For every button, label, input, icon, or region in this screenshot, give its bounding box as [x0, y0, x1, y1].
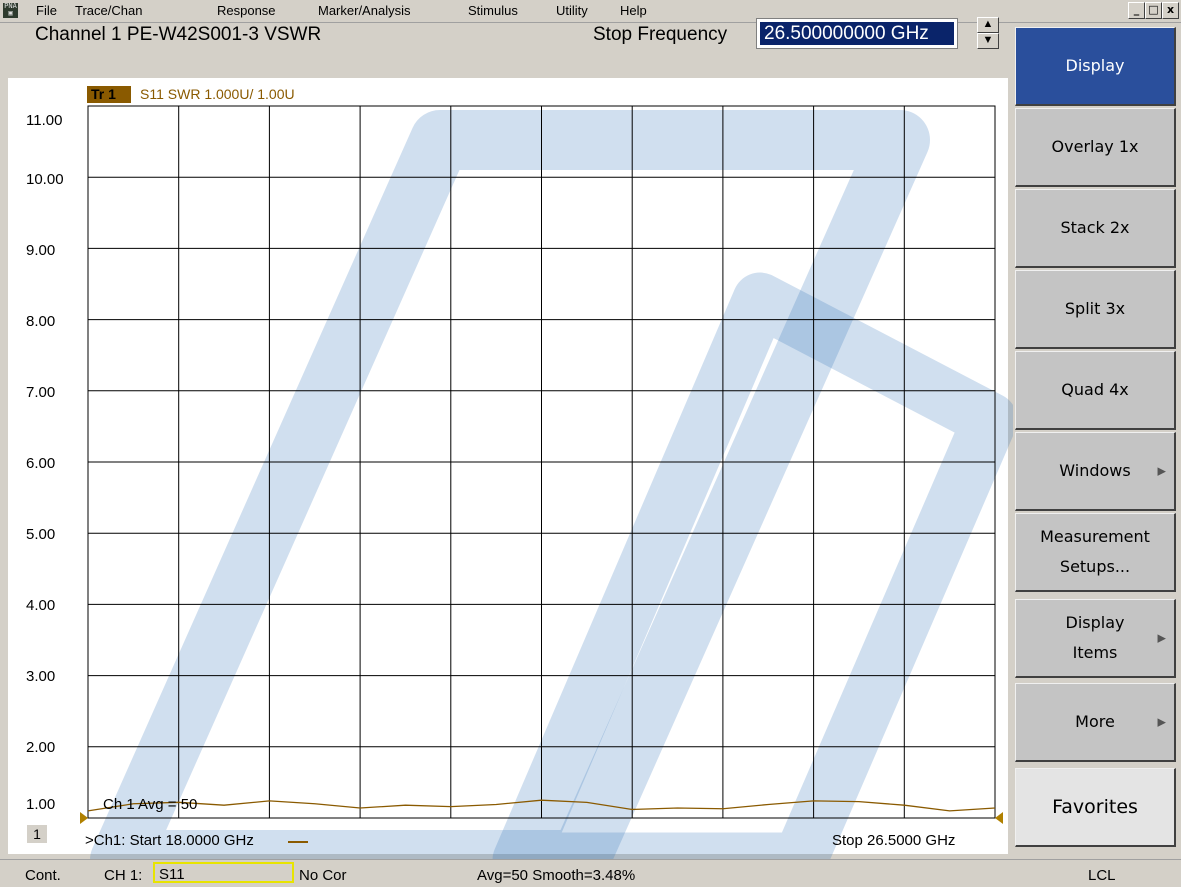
- start-frequency-annotation[interactable]: >Ch1: Start 18.0000 GHz: [85, 832, 254, 849]
- trace-legend-line: [288, 841, 308, 843]
- softkey-favorites[interactable]: Favorites: [1015, 768, 1176, 847]
- softkey-label: More: [1075, 712, 1115, 731]
- submenu-arrow-icon: ▶: [1157, 715, 1166, 729]
- softkey-label-line1: Display: [1065, 613, 1125, 632]
- measurement-name: S11: [159, 866, 185, 883]
- reference-marker-right: [995, 812, 1003, 824]
- submenu-arrow-icon: ▶: [1157, 464, 1166, 478]
- trace-tag[interactable]: Tr 1: [87, 86, 131, 103]
- softkey-label: Display: [1065, 56, 1125, 75]
- y-tick-label: 4.00: [26, 597, 56, 614]
- y-tick-label: 10.00: [26, 171, 64, 188]
- stop-frequency-annotation[interactable]: Stop 26.5000 GHz: [832, 832, 955, 849]
- y-tick-label: 9.00: [26, 242, 56, 259]
- softkey-label-line1: Measurement: [1040, 527, 1150, 546]
- softkey-label: Measurement Setups...: [1016, 522, 1174, 582]
- averaging-indicator: Ch 1 Avg = 50: [103, 796, 198, 813]
- softkey-label: Split 3x: [1064, 299, 1126, 318]
- status-bar: Cont. CH 1: S11 No Cor Avg=50 Smooth=3.4…: [0, 859, 1181, 887]
- submenu-arrow-icon: ▶: [1157, 631, 1166, 645]
- softkey-split-3x[interactable]: Split 3x: [1015, 270, 1176, 349]
- softkey-label: Quad 4x: [1061, 380, 1129, 399]
- softkey-stack-2x[interactable]: Stack 2x: [1015, 189, 1176, 268]
- y-tick-label: 7.00: [26, 384, 56, 401]
- averaging-status[interactable]: Avg=50 Smooth=3.48%: [477, 867, 635, 884]
- softkey-panel: Display Overlay 1x Stack 2x Split 3x Qua…: [1013, 23, 1181, 855]
- softkey-label: Overlay 1x: [1051, 137, 1139, 156]
- softkey-label-line2: Setups...: [1059, 557, 1131, 576]
- y-tick-label: 1.00: [26, 796, 56, 813]
- y-tick-label: 3.00: [26, 668, 56, 685]
- softkey-label: Favorites: [1052, 796, 1138, 818]
- channel-number-badge[interactable]: 1: [27, 825, 47, 843]
- correction-status[interactable]: No Cor: [299, 867, 347, 884]
- y-tick-label: 5.00: [26, 526, 56, 543]
- reference-marker-left: [80, 812, 88, 824]
- remote-status: LCL: [1088, 867, 1116, 884]
- y-tick-label: 11.00: [26, 112, 63, 129]
- active-measurement[interactable]: S11: [153, 862, 294, 883]
- softkey-label-line2: Items: [1072, 643, 1118, 662]
- softkey-quad-4x[interactable]: Quad 4x: [1015, 351, 1176, 430]
- trace-label[interactable]: S11 SWR 1.000U/ 1.00U: [140, 86, 295, 102]
- vswr-chart[interactable]: [0, 0, 1181, 886]
- softkey-display[interactable]: Display: [1015, 27, 1176, 106]
- softkey-overlay-1x[interactable]: Overlay 1x: [1015, 108, 1176, 187]
- softkey-display-items[interactable]: Display Items ▶: [1015, 599, 1176, 678]
- softkey-measurement-setups[interactable]: Measurement Setups...: [1015, 513, 1176, 592]
- y-tick-label: 2.00: [26, 739, 56, 756]
- softkey-label: Windows: [1059, 461, 1131, 480]
- softkey-label: Display Items: [1016, 608, 1174, 668]
- softkey-label: Stack 2x: [1060, 218, 1130, 237]
- active-channel[interactable]: CH 1:: [104, 867, 142, 884]
- softkey-windows[interactable]: Windows ▶: [1015, 432, 1176, 511]
- sweep-mode[interactable]: Cont.: [25, 867, 61, 884]
- y-tick-label: 8.00: [26, 313, 56, 330]
- softkey-more[interactable]: More ▶: [1015, 683, 1176, 762]
- y-tick-label: 6.00: [26, 455, 56, 472]
